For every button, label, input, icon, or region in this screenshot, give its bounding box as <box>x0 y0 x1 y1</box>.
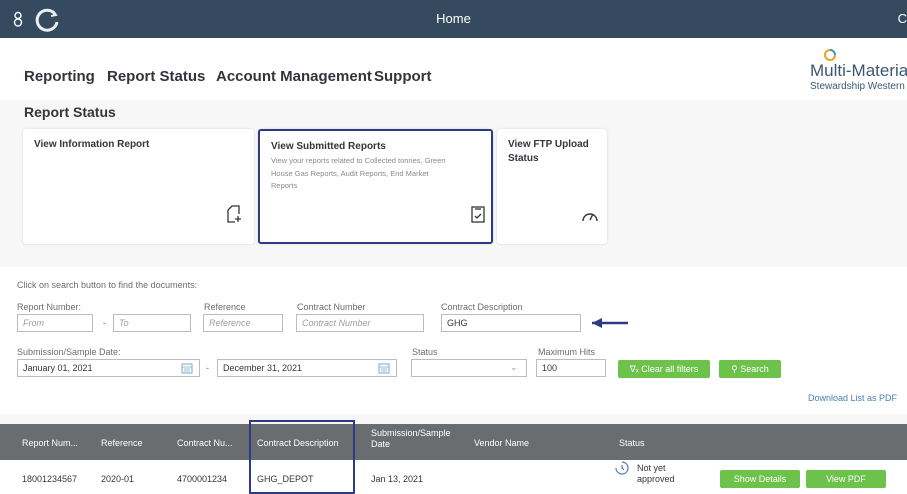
contract-description-label: Contract Description <box>441 302 523 312</box>
nav-support[interactable]: Support <box>374 68 432 85</box>
reference-input[interactable] <box>203 314 283 332</box>
pending-clock-icon <box>615 461 629 475</box>
column-header-line: Submission/Sample <box>371 428 451 438</box>
brand-logo: Multi-Materia Stewardship Western <box>807 48 907 98</box>
shell-title: Home <box>436 11 471 26</box>
column-header-submission-date[interactable]: Submission/Sample Date <box>371 428 451 450</box>
contract-description-column-highlight <box>249 420 355 494</box>
shell-right-glyph[interactable]: C <box>898 11 907 26</box>
gauge-icon <box>582 213 598 222</box>
table-row[interactable]: 18001234567 2020-01 4700001234 GHG_DEPOT… <box>0 460 907 494</box>
submission-date-label: Submission/Sample Date: <box>17 347 121 357</box>
column-header-vendor-name[interactable]: Vendor Name <box>474 438 529 448</box>
clear-all-filters-button[interactable]: ∇ₓ Clear all filters <box>618 360 710 378</box>
clear-all-filters-label: Clear all filters <box>641 364 699 374</box>
tile-view-submitted-reports[interactable]: View Submitted Reports View your reports… <box>258 129 493 244</box>
column-header-reference[interactable]: Reference <box>101 438 143 448</box>
top-navigation: Reporting Report Status Account Manageme… <box>0 38 907 100</box>
report-number-to-input[interactable] <box>113 314 191 332</box>
chevron-down-icon: ⌄ <box>510 362 518 372</box>
document-add-icon <box>227 205 241 223</box>
cell-contract-number: 4700001234 <box>177 474 228 484</box>
brand-swirl-icon <box>824 49 836 61</box>
tile-view-information-report[interactable]: View Information Report <box>23 129 254 244</box>
search-hint: Click on search button to find the docum… <box>17 280 198 290</box>
shell-bar: Home C <box>0 0 907 38</box>
tile-title: View Information Report <box>34 139 150 150</box>
calendar-icon[interactable] <box>378 362 390 374</box>
tile-title: View Submitted Reports <box>271 141 386 152</box>
date-range-separator: - <box>206 363 209 373</box>
report-number-label: Report Number: <box>17 302 82 312</box>
date-from-input[interactable] <box>17 359 200 377</box>
contract-number-input[interactable] <box>296 314 424 332</box>
maximum-hits-label: Maximum Hits <box>538 347 596 357</box>
column-header-report-number[interactable]: Report Num... <box>22 438 78 448</box>
cell-report-number: 18001234567 <box>22 474 78 484</box>
contract-number-label: Contract Number <box>297 302 366 312</box>
tile-description-line: Reports <box>271 181 298 190</box>
report-number-from-input[interactable] <box>17 314 93 332</box>
contract-description-input[interactable] <box>441 314 581 332</box>
status-text-line: Not yet <box>637 463 666 473</box>
reference-label: Reference <box>204 302 246 312</box>
document-check-icon <box>471 206 485 223</box>
range-separator: - <box>103 318 106 328</box>
show-details-button[interactable]: Show Details <box>720 470 800 488</box>
brand-name: Multi-Materia <box>810 61 907 80</box>
filter-clear-icon: ∇ₓ <box>629 364 639 374</box>
brand-subtitle: Stewardship Western <box>810 81 905 92</box>
column-header-line: Date <box>371 439 391 449</box>
nav-account-management[interactable]: Account Management <box>216 68 372 85</box>
column-header-status[interactable]: Status <box>619 438 645 448</box>
nav-report-status[interactable]: Report Status <box>107 68 205 85</box>
nav-reporting[interactable]: Reporting <box>24 68 95 85</box>
tile-title-line: View FTP Upload <box>508 139 589 150</box>
download-list-pdf-link[interactable]: Download List as PDF <box>808 393 897 403</box>
page-title: Report Status <box>24 104 116 120</box>
cell-reference: 2020-01 <box>101 474 135 484</box>
date-to-input[interactable] <box>217 359 397 377</box>
status-text-line: approved <box>637 474 675 484</box>
arrow-left-icon <box>592 318 628 328</box>
tile-title-line: Status <box>508 153 539 164</box>
table-header: Report Num... Reference Contract Nu... C… <box>0 424 907 460</box>
column-header-contract-number[interactable]: Contract Nu... <box>177 438 233 448</box>
status-label: Status <box>412 347 438 357</box>
cell-submission-date: Jan 13, 2021 <box>371 474 424 484</box>
cell-status: Not yet approved <box>637 463 675 485</box>
calendar-icon[interactable] <box>181 362 193 374</box>
search-button[interactable]: ⚲ Search <box>719 360 781 378</box>
search-label: Search <box>740 364 769 374</box>
tile-title: View FTP Upload Status <box>508 139 589 164</box>
tile-view-ftp-upload-status[interactable]: View FTP Upload Status <box>497 129 607 244</box>
view-pdf-button[interactable]: View PDF <box>806 470 886 488</box>
tile-description-line: View your reports related to Collected t… <box>271 156 446 165</box>
maximum-hits-input[interactable] <box>536 359 606 377</box>
tile-description-line: House Gas Reports, Audit Reports, End Ma… <box>271 168 429 178</box>
search-icon: ⚲ <box>731 364 738 374</box>
tile-description: View your reports related to Collected t… <box>271 155 446 193</box>
